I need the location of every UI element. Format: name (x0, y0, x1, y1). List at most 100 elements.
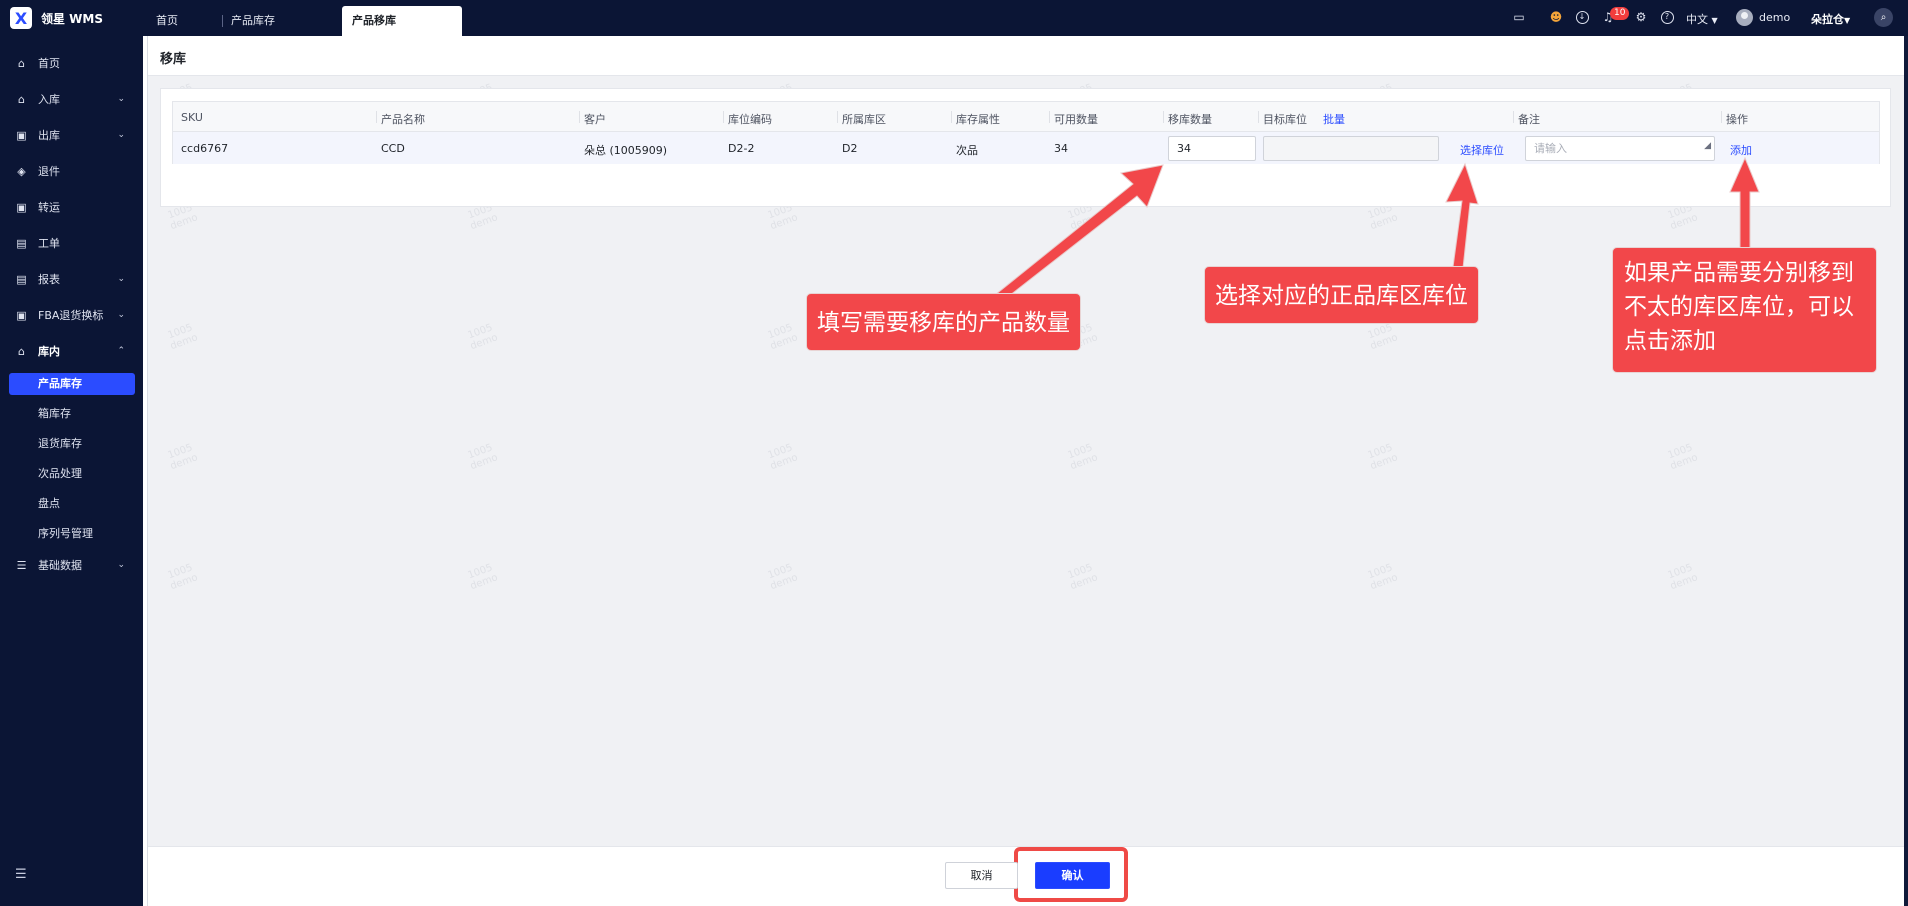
col-product-name: 产品名称 (381, 113, 425, 126)
chevron-down-icon: ▼ (1711, 16, 1718, 25)
chevron-down-icon: ▼ (1844, 16, 1851, 25)
add-row-link[interactable]: 添加 (1730, 142, 1752, 158)
sidebar-subitem-stocktake[interactable]: 盘点 (38, 493, 60, 515)
sidebar-item-label: 转运 (38, 201, 60, 214)
sidebar-item-outbound[interactable]: ▣ 出库 ⌄ (0, 123, 143, 147)
watermark: 1005demo (1666, 562, 1700, 593)
sidebar-subitem-box-inventory[interactable]: 箱库存 (38, 403, 71, 425)
sidebar-item-workorder[interactable]: ▤ 工单 (0, 231, 143, 255)
sidebar-item-label: 入库 (38, 93, 60, 106)
sidebar-item-inbound[interactable]: ⌂ 入库 ⌄ (0, 87, 143, 111)
col-attribute: 库存属性 (956, 113, 1000, 126)
sidebar-item-home[interactable]: ⌂ 首页 (0, 51, 143, 75)
sidebar-item-label: 基础数据 (38, 559, 82, 572)
return-icon: ◈ (17, 164, 26, 178)
sidebar-item-base-data[interactable]: ☰ 基础数据 ⌄ (0, 553, 143, 577)
move-qty-input[interactable]: 34 (1168, 136, 1256, 161)
sidebar-subitem-product-inventory[interactable]: 产品库存 (9, 373, 135, 395)
sidebar-item-label: 库内 (38, 345, 60, 358)
chevron-down-icon: ⌄ (117, 94, 125, 104)
robot-icon[interactable]: ☻ (1548, 9, 1564, 25)
cell-zone: D2 (842, 142, 858, 155)
sidebar-subitem-defective[interactable]: 次品处理 (38, 463, 82, 485)
transfer-card: SKU 产品名称 客户 库位编码 所属库区 库存属性 可用数量 移库数量 目标库… (160, 88, 1891, 207)
warehouse-label: 朵拉仓 (1811, 13, 1844, 26)
watermark: 1005demo (1666, 442, 1700, 473)
username[interactable]: demo (1759, 11, 1790, 24)
tab-product-transfer[interactable]: 产品移库 (342, 6, 462, 36)
col-zone: 所属库区 (842, 113, 886, 126)
col-divider (376, 111, 377, 123)
resize-handle-icon[interactable]: ◢ (1704, 135, 1711, 158)
app-logo[interactable]: X 领星 WMS (10, 7, 103, 29)
watermark: 1005demo (1366, 562, 1400, 593)
batch-link[interactable]: 批量 (1323, 111, 1345, 127)
fba-icon: ▣ (16, 308, 27, 322)
col-divider (1049, 111, 1050, 123)
sidebar-item-fba[interactable]: ▣ FBA退货换标 ⌄ (0, 303, 143, 327)
logo-icon: X (10, 7, 32, 29)
sidebar-item-in-warehouse[interactable]: ⌂ 库内 ⌃ (0, 339, 143, 363)
sidebar-item-report[interactable]: ▤ 报表 ⌄ (0, 267, 143, 291)
watermark: 1005demo (766, 322, 800, 353)
sidebar-item-label: 工单 (38, 237, 60, 250)
warehouse-select[interactable]: 朵拉仓▼ (1811, 11, 1850, 27)
sidebar-item-label: 首页 (38, 57, 60, 70)
collapse-menu-icon[interactable]: ☰ (15, 867, 27, 882)
home-icon: ⌂ (18, 56, 25, 70)
table-header: SKU 产品名称 客户 库位编码 所属库区 库存属性 可用数量 移库数量 目标库… (173, 102, 1879, 132)
sidebar-subitem-serial[interactable]: 序列号管理 (38, 523, 93, 545)
cell-product-name: CCD (381, 142, 405, 155)
sidebar-item-label: 报表 (38, 273, 60, 286)
target-location-input[interactable] (1263, 136, 1439, 161)
footer-bar: 取消 确认 (148, 846, 1908, 906)
watermark: 1005demo (1066, 442, 1100, 473)
app-name: 领星 WMS (41, 11, 103, 26)
chevron-down-icon: ⌄ (117, 560, 125, 570)
watermark: 1005demo (1366, 442, 1400, 473)
download-icon[interactable]: ↓ (1574, 9, 1590, 25)
transfer-icon: ▣ (16, 200, 27, 214)
tab-product-inventory[interactable]: 产品库存 (221, 6, 285, 36)
col-divider (723, 111, 724, 123)
data-icon: ☰ (16, 558, 27, 572)
page-header: 移库 (148, 36, 1908, 76)
watermark: 1005demo (166, 442, 200, 473)
tab-home[interactable]: 首页 (146, 6, 188, 36)
sidebar-item-label: 出库 (38, 129, 60, 142)
col-move-qty: 移库数量 (1168, 113, 1212, 126)
callout-add-row: 如果产品需要分别移到不太的库区库位，可以点击添加 (1612, 247, 1877, 373)
col-divider (579, 111, 580, 123)
window-edge (1904, 36, 1908, 906)
remark-textarea[interactable]: 请输入 ◢ (1525, 136, 1715, 161)
cell-attribute: 次品 (956, 144, 978, 157)
sidebar-item-return[interactable]: ◈ 退件 (0, 159, 143, 183)
outbound-icon: ▣ (16, 128, 27, 142)
select-location-link[interactable]: 选择库位 (1460, 142, 1504, 158)
col-customer: 客户 (584, 113, 606, 126)
watermark: 1005demo (1366, 322, 1400, 353)
callout-fill-qty: 填写需要移库的产品数量 (806, 293, 1081, 351)
confirm-button[interactable]: 确认 (1035, 862, 1110, 889)
col-divider (951, 111, 952, 123)
col-sku: SKU (181, 111, 203, 124)
top-bar: X 领星 WMS 首页 产品库存 产品移库 ▭ ☻ ↓ ♫ 10 ⚙ ? 中文 … (0, 0, 1908, 36)
help-icon[interactable]: ? (1659, 9, 1675, 25)
avatar[interactable] (1736, 9, 1753, 26)
inbox-icon[interactable]: ▭ (1511, 9, 1527, 25)
warehouse-icon: ⌂ (18, 344, 25, 358)
watermark: 1005demo (166, 322, 200, 353)
sidebar-subitem-return-inventory[interactable]: 退货库存 (38, 433, 82, 455)
search-icon[interactable]: ⌕ (1874, 8, 1893, 27)
cancel-button[interactable]: 取消 (945, 862, 1018, 889)
cell-available-qty: 34 (1054, 142, 1068, 155)
workorder-icon: ▤ (16, 236, 27, 250)
sidebar: ⌂ 首页 ⌂ 入库 ⌄ ▣ 出库 ⌄ ◈ 退件 ▣ 转运 ▤ 工单 ▤ 报表 ⌄… (0, 36, 143, 906)
watermark: 1005demo (466, 562, 500, 593)
watermark: 1005demo (466, 322, 500, 353)
sidebar-item-transfer[interactable]: ▣ 转运 (0, 195, 143, 219)
language-select[interactable]: 中文 ▼ (1686, 11, 1718, 27)
col-location-code: 库位编码 (728, 113, 772, 126)
settings-icon[interactable]: ⚙ (1633, 9, 1649, 25)
table-row: ccd6767 CCD 朵总 (1005909) D2-2 D2 次品 34 3… (173, 132, 1879, 164)
